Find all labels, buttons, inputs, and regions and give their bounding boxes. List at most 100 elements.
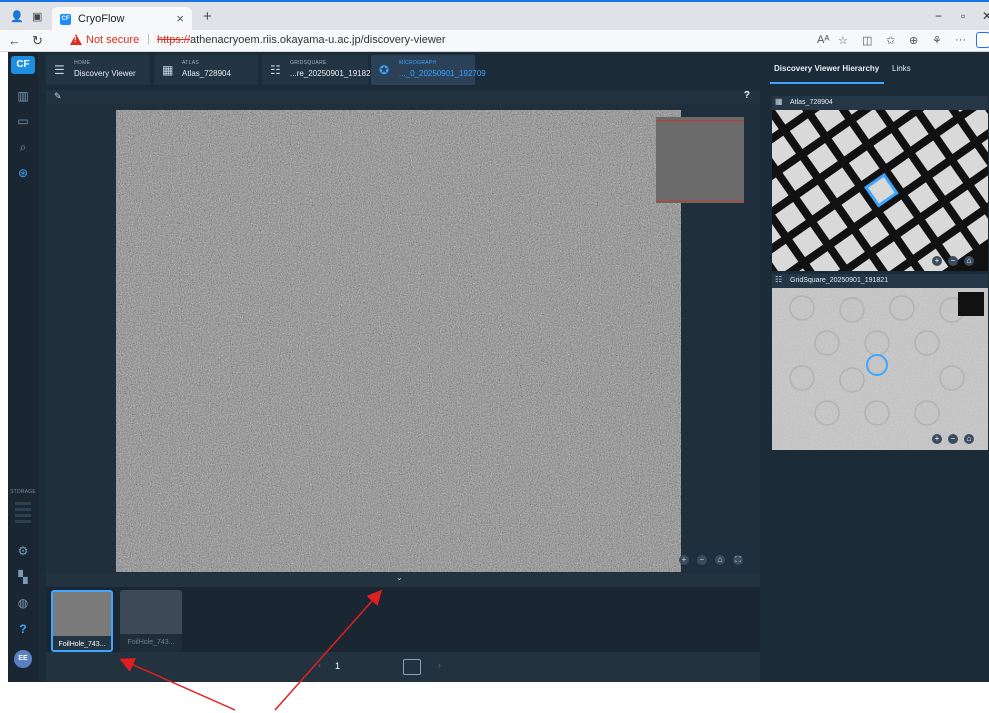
atlas-image[interactable] [772,110,988,271]
browser-profile-icon[interactable] [976,32,989,48]
gridsquare-card-header: ☷ GridSquare_20250901_191821 [772,274,988,288]
url-path: athenacryoem.riis.okayama-u.ac.jp/discov… [190,34,446,46]
micrograph-icon: ✪ [379,63,390,77]
tab-links[interactable]: Links [892,64,911,73]
maximize-icon[interactable]: ▫ [961,9,965,23]
window-close-icon[interactable]: ✕ [982,9,989,23]
breadcrumb-kicker: GRIDSQUARE [290,60,327,66]
page-input[interactable] [403,659,421,675]
panel-tabs: Discovery Viewer Hierarchy Links [766,52,989,86]
tab-actions-icon[interactable]: ▣ [32,10,42,23]
storage-meter-bar [15,502,31,505]
new-tab-icon[interactable]: + [203,8,212,25]
gridsquare-card-title: GridSquare_20250901_191821 [790,277,889,284]
minimap-viewport-bottom [656,201,744,202]
breadcrumb-kicker: ATLAS [182,60,199,66]
storage-label: STORAGE [10,489,36,495]
atlas-card-title: Atlas_728904 [790,99,833,106]
warning-mark: ! [74,35,77,44]
prev-page-icon[interactable]: ‹ [318,660,321,670]
breadcrumb-kicker: HOME [74,60,91,66]
home-icon[interactable]: ⌂ [715,555,725,565]
folder-icon[interactable]: ▭ [8,114,38,128]
split-screen-icon[interactable]: ◫ [862,34,872,47]
minimize-icon[interactable]: − [935,9,942,23]
storage-meter-bar [15,520,31,523]
thumbnail-item[interactable]: FoilHole_743... [120,590,182,652]
read-aloud-icon[interactable]: Aᴬ [817,34,829,46]
more-menu-icon[interactable]: ··· [955,34,966,46]
micrograph-viewer: ✎ ? + − ⌂ ⛶ ⌄ FoilHole_743... FoilHole_7… [46,90,760,682]
viewer-help-icon[interactable]: ? [744,90,750,101]
thumbnail-collapse-bar[interactable]: ⌄ [46,573,760,587]
storage-meter-bar [15,508,31,511]
thumbnail-image [120,590,182,634]
chevron-down-icon[interactable]: ⌄ [396,573,403,582]
next-page-icon[interactable]: › [438,660,441,670]
gridsquare-zoom-in-icon[interactable]: + [932,434,942,444]
active-tab-indicator [770,82,884,84]
atlas-card: ▦ Atlas_728904 + − ⌂ [772,96,988,271]
back-icon[interactable]: ← [8,33,21,48]
breadcrumb-label: ...re_20250901_191821 [290,69,375,78]
page-number: 1 [331,659,391,675]
left-sidebar: CF ▥ ▭ ⌕ ⊛ STORAGE ⚙ ▚ ◍ ? EE [8,52,38,682]
screenshot-root: 👤 ▣ CF CryoFlow × + − ▫ ✕ ← ↻ ! Not secu… [0,0,989,713]
puzzle-icon[interactable]: ▚ [8,570,38,584]
atlas-zoom-out-icon[interactable]: − [948,256,958,266]
app-logo[interactable]: CF [11,56,35,74]
atlas-zoom-in-icon[interactable]: + [932,256,942,266]
profile-icon[interactable]: 👤 [10,10,24,23]
browser-tab[interactable]: CF CryoFlow × [52,7,192,32]
breadcrumb-home[interactable]: ☰ HOME Discovery Viewer [46,55,150,85]
breadcrumb-micrograph[interactable]: ✪ MICROGRAPH ..._0_20250901_192709 [371,55,486,85]
favorites-bar-icon[interactable]: ✩ [886,34,895,47]
gridsquare-zoom-out-icon[interactable]: − [948,434,958,444]
address-bar: ← ↻ ! Not secure | https:// athenacryoem… [0,30,989,52]
atlas-card-header: ▦ Atlas_728904 [772,96,988,110]
support-icon[interactable]: ◍ [8,596,38,610]
viewer-toolbar: ✎ ? [46,90,760,104]
settings-icon[interactable]: ⚙ [8,544,38,558]
minimap[interactable] [656,117,744,203]
gridsquare-card: ☷ GridSquare_20250901_191821 + − ⌂ [772,274,988,450]
tab-title: CryoFlow [78,13,125,25]
favorite-icon[interactable]: ☆ [838,34,848,47]
url-field[interactable]: ! Not secure | https:// athenacryoem.rii… [62,32,802,50]
zoom-out-icon[interactable]: − [697,555,707,565]
thumbnail-label: FoilHole_743... [120,634,182,652]
analytics-icon[interactable]: ▥ [8,89,38,103]
micrograph-noise [116,110,681,572]
fullscreen-icon[interactable]: ⛶ [733,555,743,565]
atlas-home-icon[interactable]: ⌂ [964,256,974,266]
breadcrumb-atlas[interactable]: ▦ ATLAS Atlas_728904 [154,55,258,85]
tab-close-icon[interactable]: × [176,11,184,26]
discovery-icon[interactable]: ⊛ [8,166,38,180]
storage-meter-bar [15,514,31,517]
breadcrumb-gridsquare[interactable]: ☷ GRIDSQUARE ...re_20250901_191821 [262,55,375,85]
thumbnail-label: FoilHole_743... [53,636,111,650]
browser-tab-bar: 👤 ▣ CF CryoFlow × + − ▫ ✕ [0,0,989,32]
breadcrumb: ☰ HOME Discovery Viewer ▦ ATLAS Atlas_72… [38,52,763,86]
breadcrumb-label: Atlas_728904 [182,69,231,78]
hierarchy-panel: Discovery Viewer Hierarchy Links ▦ Atlas… [766,52,989,682]
tab-hierarchy[interactable]: Discovery Viewer Hierarchy [774,64,879,73]
search-icon[interactable]: ⌕ [8,140,38,155]
collections-icon[interactable]: ⊕ [909,34,918,47]
breadcrumb-kicker: MICROGRAPH [399,60,437,66]
pencil-icon[interactable]: ✎ [54,91,62,102]
cryoflow-app: CF ▥ ▭ ⌕ ⊛ STORAGE ⚙ ▚ ◍ ? EE ☰ HOME Dis… [8,52,989,682]
url-separator: | [147,33,150,45]
not-secure-label: Not secure [86,34,140,46]
refresh-icon[interactable]: ↻ [32,33,43,49]
user-avatar[interactable]: EE [14,650,32,668]
help-icon[interactable]: ? [8,622,38,636]
zoom-in-icon[interactable]: + [679,555,689,565]
thumbnail-item[interactable]: FoilHole_743... [51,590,113,652]
grid-icon: ▦ [162,63,174,77]
extensions-icon[interactable]: ⚘ [932,34,942,47]
grid-icon: ▦ [775,97,783,106]
gridsquare-home-icon[interactable]: ⌂ [964,434,974,444]
gridsquare-image[interactable] [772,288,988,450]
micrograph-image[interactable] [116,110,681,572]
